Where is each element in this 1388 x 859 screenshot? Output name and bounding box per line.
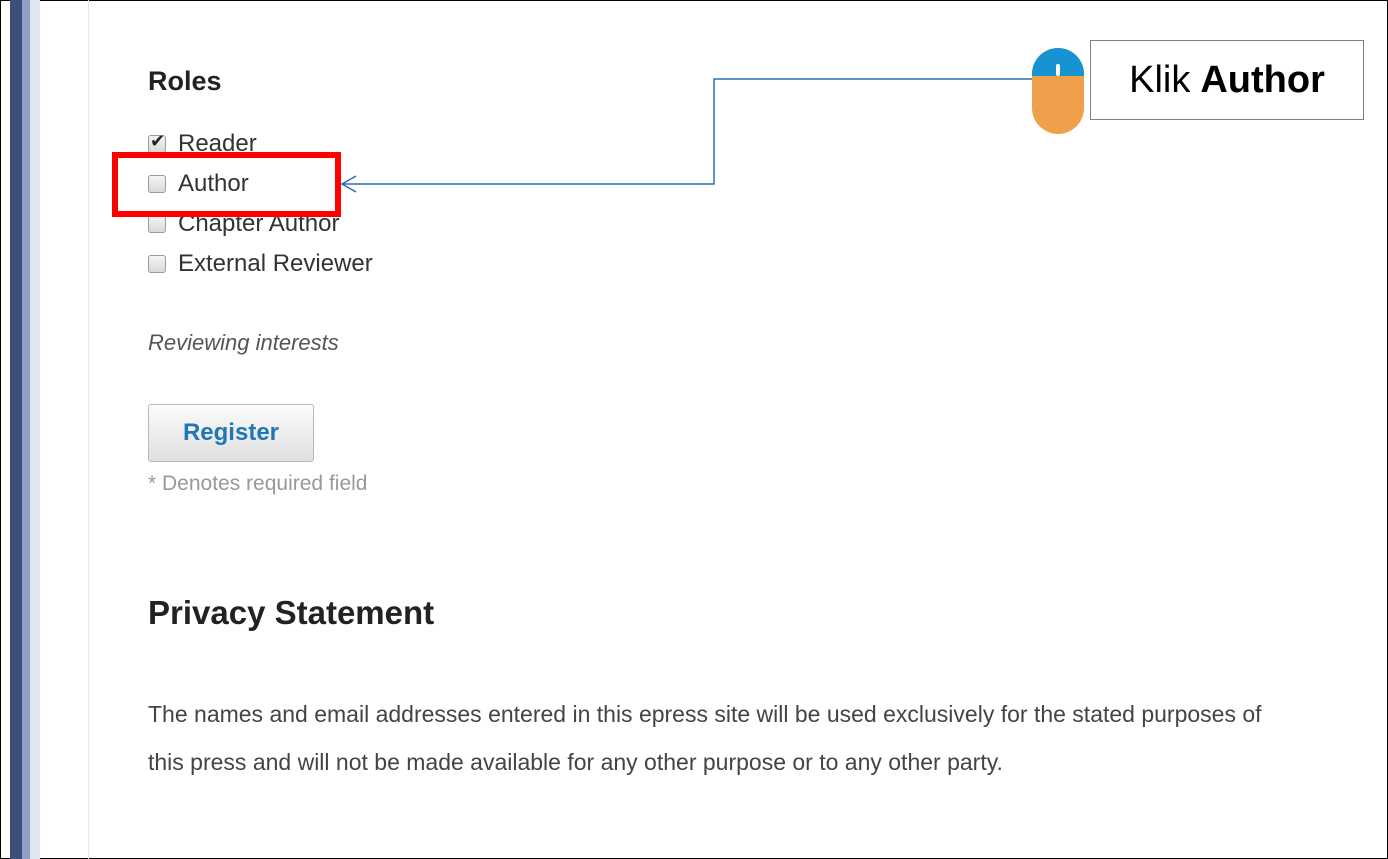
content-divider bbox=[88, 0, 89, 859]
privacy-heading: Privacy Statement bbox=[148, 594, 435, 631]
mouse-icon bbox=[1032, 48, 1084, 134]
register-button[interactable]: Register bbox=[148, 404, 314, 462]
left-window-edge-light bbox=[30, 0, 40, 859]
left-window-edge bbox=[10, 0, 22, 859]
left-window-edge-mid bbox=[22, 0, 30, 859]
reader-checkbox[interactable]: ✔ bbox=[148, 131, 166, 153]
check-icon: ✔ bbox=[150, 131, 166, 151]
author-highlight-box bbox=[112, 152, 341, 217]
role-external-reviewer-row[interactable]: External Reviewer bbox=[148, 249, 373, 279]
reviewing-interests-label: Reviewing interests bbox=[148, 330, 339, 355]
roles-heading: Roles bbox=[148, 66, 222, 96]
privacy-text: The names and email addresses entered in… bbox=[148, 701, 1262, 775]
required-field-note: * Denotes required field bbox=[148, 472, 368, 495]
external-reviewer-checkbox[interactable] bbox=[148, 255, 166, 273]
instruction-callout: Klik Author bbox=[1090, 40, 1364, 120]
role-label-external-reviewer: External Reviewer bbox=[178, 250, 373, 277]
callout-prefix: Klik bbox=[1129, 58, 1191, 101]
chapter-author-checkbox[interactable] bbox=[148, 215, 166, 233]
callout-target: Author bbox=[1200, 58, 1325, 101]
